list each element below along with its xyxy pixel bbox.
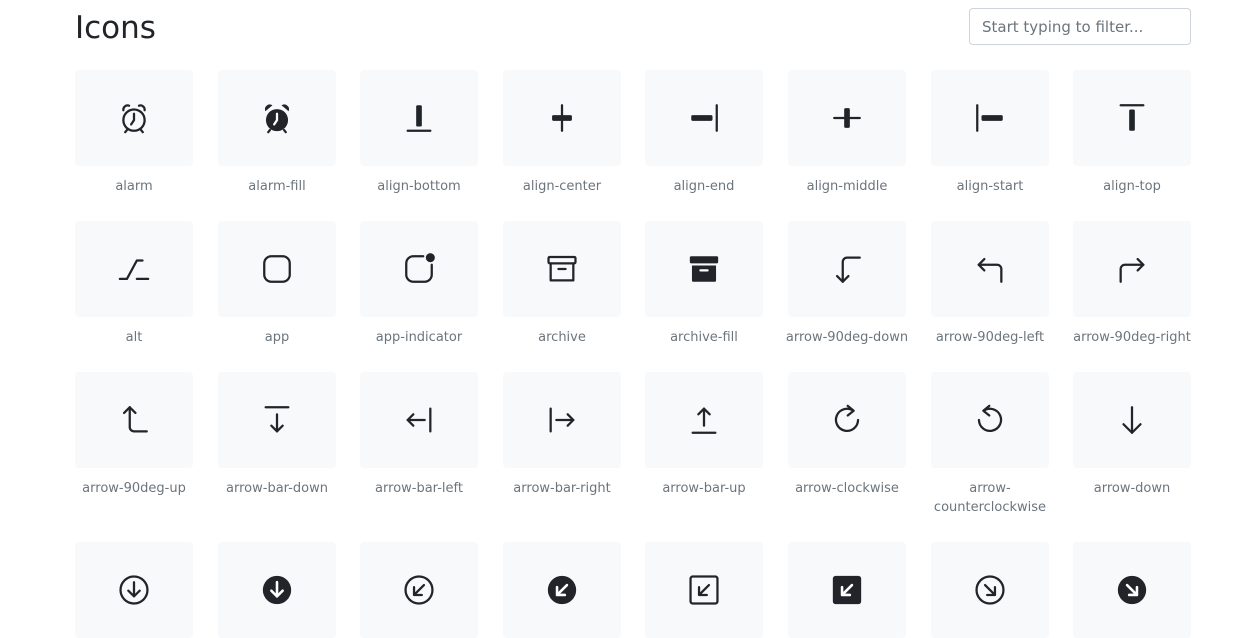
icon-label: app-indicator [375, 330, 463, 345]
page-title: Icons [75, 10, 156, 46]
icon-label: arrow-bar-right [513, 481, 611, 496]
arrow-90deg-up-icon [122, 406, 148, 433]
arrow-down-left-circle-icon [404, 575, 434, 605]
icon-tile-align-start[interactable] [931, 70, 1049, 166]
icon-tile-archive[interactable] [503, 221, 621, 317]
icon-tile-align-middle[interactable] [788, 70, 906, 166]
align-top-icon [1119, 104, 1145, 131]
app-indicator-icon [405, 253, 435, 283]
icon-label: alarm-fill [248, 179, 306, 194]
align-center-icon [552, 104, 572, 132]
icon-tile-arrow-down-circle[interactable] [75, 542, 193, 638]
icon-tile-alt[interactable] [75, 221, 193, 317]
align-end-icon [691, 104, 718, 132]
arrow-bar-down-icon [264, 406, 290, 433]
icon-tile-align-top[interactable] [1073, 70, 1191, 166]
archive-icon [547, 255, 577, 282]
icon-tile-arrow-down-circle-fill[interactable] [218, 542, 336, 638]
arrow-down-right-circle-icon [975, 575, 1005, 605]
align-start-icon [976, 104, 1003, 132]
icon-label: alarm [115, 179, 153, 194]
align-middle-icon [833, 108, 861, 128]
icon-tile-arrow-down[interactable] [1073, 372, 1191, 468]
icon-tile-arrow-bar-right[interactable] [503, 372, 621, 468]
icon-label: align-bottom [377, 179, 461, 194]
icon-tile-arrow-down-left-square-fill[interactable] [788, 542, 906, 638]
icon-tile-arrow-down-left-circle[interactable] [360, 542, 478, 638]
icon-label: align-middle [806, 179, 888, 194]
icon-label: arrow-bar-up [662, 481, 746, 496]
icon-label: app [264, 330, 290, 345]
arrow-90deg-down-icon [835, 256, 861, 283]
icon-label: arrow-clockwise [795, 481, 899, 496]
alarm-icon [122, 104, 146, 134]
icon-label: align-end [673, 179, 735, 194]
icon-tile-arrow-bar-up[interactable] [645, 372, 763, 468]
arrow-down-icon [1122, 406, 1142, 434]
icon-tile-align-bottom[interactable] [360, 70, 478, 166]
arrow-counterclockwise-icon [977, 404, 1003, 432]
icon-label: archive [538, 330, 586, 345]
icon-label: arrow-90deg-right [1073, 330, 1191, 345]
icon-label: arrow-90deg-up [82, 481, 186, 496]
arrow-down-left-square-icon [689, 575, 719, 605]
icon-label: alt [125, 330, 143, 345]
align-bottom-icon [406, 105, 432, 132]
icon-tile-arrow-bar-left[interactable] [360, 372, 478, 468]
archive-fill-icon [689, 256, 719, 282]
icon-tile-align-center[interactable] [503, 70, 621, 166]
arrow-down-left-square-fill-icon [832, 575, 862, 605]
alt-icon [118, 259, 150, 281]
icon-label: arrow-90deg-down [785, 330, 909, 345]
icon-tile-arrow-90deg-down[interactable] [788, 221, 906, 317]
icon-tile-arrow-90deg-right[interactable] [1073, 221, 1191, 317]
arrow-down-right-circle-fill-icon [1117, 575, 1147, 605]
arrow-bar-left-icon [406, 407, 432, 433]
icon-label: arrow-bar-left [375, 481, 463, 496]
icon-tile-app-indicator[interactable] [360, 221, 478, 317]
icon-tile-arrow-down-right-circle-fill[interactable] [1073, 542, 1191, 638]
icon-label: arrow-bar-down [226, 481, 328, 496]
arrow-down-circle-fill-icon [262, 575, 292, 605]
icon-tile-arrow-down-right-circle[interactable] [931, 542, 1049, 638]
filter-input[interactable] [969, 8, 1191, 45]
icon-label: arrow-90deg-left [935, 330, 1045, 345]
icon-label: align-start [956, 179, 1024, 194]
icon-tile-align-end[interactable] [645, 70, 763, 166]
icon-label: align-top [1103, 179, 1161, 194]
icon-tile-arrow-clockwise[interactable] [788, 372, 906, 468]
icon-tile-arrow-down-left-circle-fill[interactable] [503, 542, 621, 638]
icon-tile-arrow-bar-down[interactable] [218, 372, 336, 468]
icon-tile-arrow-counterclockwise[interactable] [931, 372, 1049, 468]
arrow-bar-up-icon [691, 407, 717, 434]
arrow-down-circle-icon [119, 575, 149, 605]
icon-tile-alarm-fill[interactable] [218, 70, 336, 166]
icon-tile-arrow-down-left-square[interactable] [645, 542, 763, 638]
icon-label: arrow-down [1093, 481, 1171, 496]
icon-tile-arrow-90deg-left[interactable] [931, 221, 1049, 317]
arrow-down-left-circle-fill-icon [547, 575, 577, 605]
alarm-fill-icon [264, 104, 290, 134]
app-icon [263, 255, 291, 283]
arrow-bar-right-icon [549, 407, 575, 433]
icon-tile-app[interactable] [218, 221, 336, 317]
icon-label: archive-fill [670, 330, 738, 345]
icon-label: align-center [522, 179, 602, 194]
icon-tile-archive-fill[interactable] [645, 221, 763, 317]
arrow-90deg-right-icon [1119, 257, 1145, 283]
arrow-90deg-left-icon [977, 257, 1003, 283]
arrow-clockwise-icon [834, 404, 860, 432]
icon-tile-arrow-90deg-up[interactable] [75, 372, 193, 468]
icon-tile-alarm[interactable] [75, 70, 193, 166]
icon-label: arrow-counterclockwise [933, 481, 1047, 515]
